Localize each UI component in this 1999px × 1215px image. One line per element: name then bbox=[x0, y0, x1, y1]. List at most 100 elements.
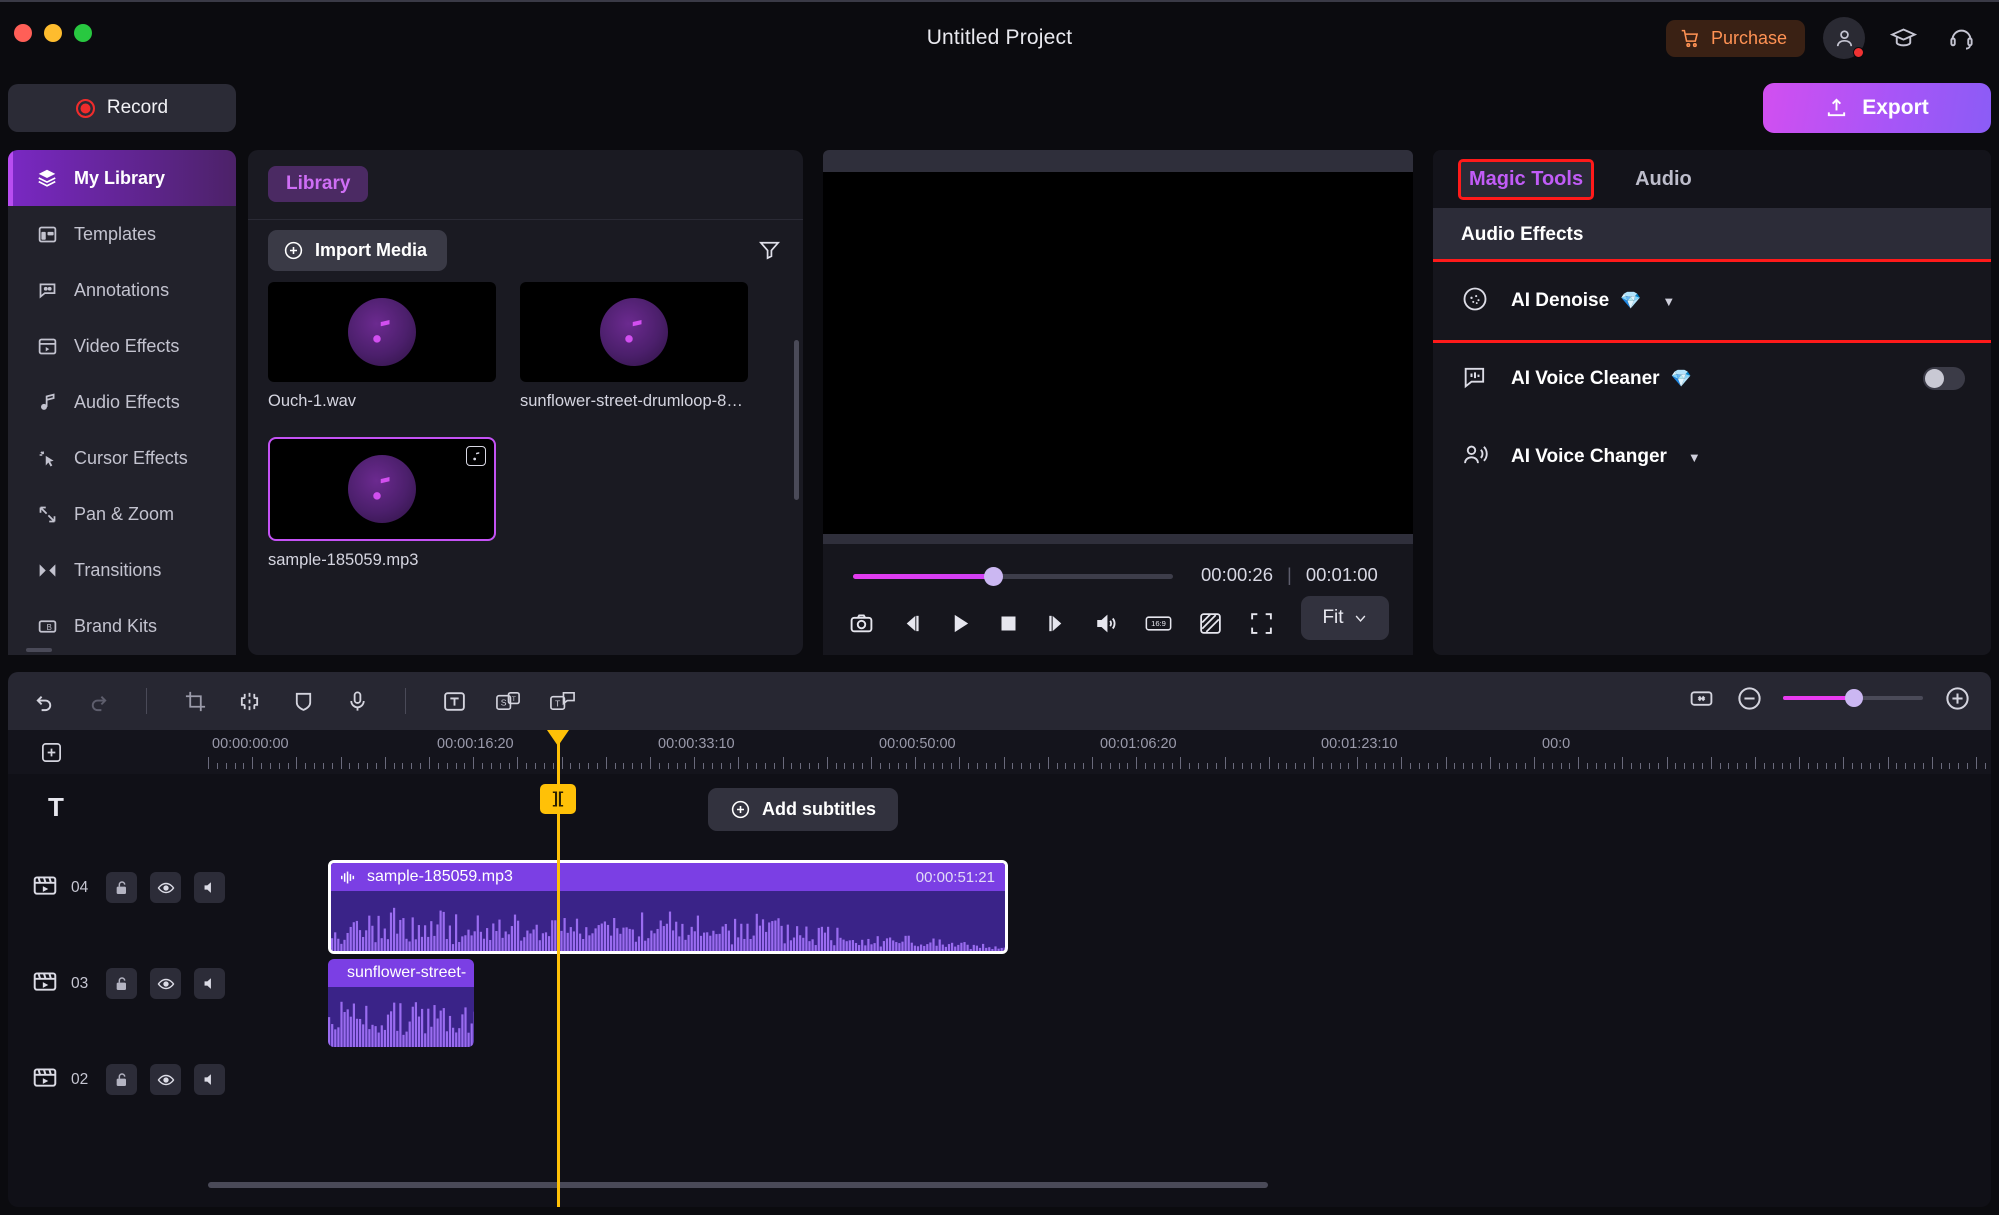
unlock-icon[interactable] bbox=[106, 872, 137, 903]
add-subtitles-button[interactable]: Add subtitles bbox=[708, 788, 899, 831]
sidebar-label-templates: Templates bbox=[74, 223, 157, 244]
filter-funnel-icon[interactable] bbox=[758, 238, 781, 266]
play-icon[interactable] bbox=[949, 606, 972, 640]
caption-icon[interactable]: T bbox=[548, 687, 576, 715]
add-track-icon[interactable] bbox=[40, 741, 63, 769]
zoom-slider-handle[interactable] bbox=[1845, 689, 1863, 707]
library-toolbar: Import Media bbox=[248, 220, 803, 282]
current-time: 00:00:26 bbox=[1201, 564, 1274, 585]
text-icon[interactable] bbox=[440, 687, 468, 715]
sidebar-label-transitions: Transitions bbox=[74, 559, 162, 580]
redo-icon[interactable] bbox=[84, 687, 112, 715]
sidebar-item-video-effects[interactable]: Video Effects bbox=[8, 318, 236, 374]
row-ai-denoise[interactable]: AI Denoise 💎 ▼ bbox=[1433, 259, 1991, 343]
preview-stage[interactable] bbox=[823, 172, 1413, 534]
sidebar-item-templates[interactable]: Templates bbox=[8, 206, 236, 262]
audio-disc-icon bbox=[348, 455, 416, 523]
sidebar-item-transitions[interactable]: Transitions bbox=[8, 542, 236, 598]
sidebar-item-my-library[interactable]: My Library bbox=[8, 150, 236, 206]
export-label: Export bbox=[1862, 96, 1929, 119]
clip-duration: 00:00:51:21 bbox=[915, 868, 995, 886]
ai-voice-cleaner-toggle[interactable] bbox=[1923, 367, 1965, 390]
voice-changer-icon bbox=[1461, 441, 1489, 474]
fullscreen-icon[interactable] bbox=[1249, 606, 1274, 640]
sidebar-label-my-library: My Library bbox=[74, 167, 166, 188]
zoom-out-icon[interactable] bbox=[1735, 684, 1763, 712]
import-media-button[interactable]: Import Media bbox=[268, 230, 448, 271]
no-signal-icon[interactable] bbox=[1198, 606, 1223, 640]
media-item-ouch[interactable]: Ouch-1.wav bbox=[268, 282, 496, 411]
subtitle-icon[interactable]: ST bbox=[494, 687, 522, 715]
timeline-horizontal-scrollbar[interactable] bbox=[208, 1182, 1268, 1188]
row-ai-voice-cleaner[interactable]: AI Voice Cleaner 💎 bbox=[1433, 340, 1991, 418]
chevron-down-icon[interactable]: ▼ bbox=[1688, 450, 1701, 465]
shield-icon[interactable] bbox=[289, 687, 317, 715]
sidebar-item-brand-kits[interactable]: B Brand Kits bbox=[8, 598, 236, 654]
total-time: 00:01:00 bbox=[1305, 564, 1378, 585]
svg-text:B: B bbox=[46, 623, 51, 632]
zoom-in-icon[interactable] bbox=[1943, 684, 1971, 712]
export-button[interactable]: Export bbox=[1763, 83, 1991, 133]
premium-gem-icon: 💎 bbox=[1670, 369, 1692, 388]
stop-icon[interactable] bbox=[998, 606, 1019, 640]
add-subtitles-label: Add subtitles bbox=[762, 799, 877, 819]
account-icon bbox=[1836, 29, 1852, 46]
crop-icon[interactable] bbox=[181, 687, 209, 715]
purchase-button[interactable]: Purchase bbox=[1665, 19, 1805, 57]
notification-badge bbox=[1853, 47, 1864, 58]
aspect-16-9-icon[interactable]: 16:9 bbox=[1145, 606, 1172, 640]
fit-timeline-icon[interactable] bbox=[1687, 684, 1715, 712]
microphone-icon[interactable] bbox=[343, 687, 371, 715]
unlock-icon[interactable] bbox=[106, 968, 137, 999]
zoom-slider[interactable] bbox=[1783, 689, 1923, 707]
support-button[interactable] bbox=[1941, 18, 1981, 58]
eye-icon[interactable] bbox=[150, 872, 181, 903]
seek-bar[interactable] bbox=[853, 567, 1173, 586]
record-button[interactable]: Record bbox=[8, 84, 236, 132]
unlock-icon[interactable] bbox=[106, 1064, 137, 1095]
tab-magic-tools[interactable]: Magic Tools bbox=[1457, 158, 1595, 200]
sidebar-item-cursor-effects[interactable]: Cursor Effects bbox=[8, 430, 236, 486]
playhead-split-marker[interactable]: ][ bbox=[540, 784, 576, 814]
next-frame-icon[interactable] bbox=[1045, 606, 1068, 640]
eye-icon[interactable] bbox=[150, 1064, 181, 1095]
split-icon[interactable] bbox=[235, 687, 263, 715]
sidebar-scrollbar[interactable] bbox=[26, 648, 52, 652]
ruler-label-6: 00:0 bbox=[1542, 736, 1571, 752]
sidebar-item-annotations[interactable]: Annotations bbox=[8, 262, 236, 318]
sidebar-item-pan-zoom[interactable]: Pan & Zoom bbox=[8, 486, 236, 542]
mute-icon[interactable] bbox=[194, 968, 225, 999]
account-button[interactable] bbox=[1823, 17, 1865, 59]
undo-icon[interactable] bbox=[30, 687, 58, 715]
mute-icon[interactable] bbox=[194, 1064, 225, 1095]
eye-icon[interactable] bbox=[150, 968, 181, 999]
fit-dropdown[interactable]: Fit bbox=[1301, 596, 1389, 640]
row-ai-voice-changer[interactable]: AI Voice Changer ▼ bbox=[1433, 418, 1991, 496]
library-scrollbar[interactable] bbox=[794, 340, 799, 500]
text-track-icon[interactable]: T bbox=[48, 792, 64, 823]
ai-denoise-label: AI Denoise bbox=[1511, 290, 1610, 311]
toolbar-separator bbox=[146, 688, 147, 714]
graduation-cap-icon bbox=[1889, 27, 1917, 46]
export-upload-icon bbox=[1828, 98, 1846, 116]
chevron-down-icon[interactable]: ▼ bbox=[1662, 294, 1675, 309]
media-thumbnail bbox=[520, 282, 748, 382]
right-panel: Magic Tools Audio Audio Effects AI Denoi… bbox=[1433, 150, 1991, 655]
library-tab[interactable]: Library bbox=[268, 166, 369, 202]
timeline-clip-sample[interactable]: sample-185059.mp3 00:00:51:21 bbox=[328, 860, 1008, 954]
previous-frame-icon[interactable] bbox=[900, 606, 923, 640]
seek-handle[interactable] bbox=[984, 567, 1003, 586]
media-item-sample[interactable]: sample-185059.mp3 bbox=[268, 437, 496, 570]
transitions-icon bbox=[34, 560, 60, 581]
media-item-sunflower[interactable]: sunflower-street-drumloop-8… bbox=[520, 282, 748, 411]
tab-audio[interactable]: Audio bbox=[1627, 162, 1700, 197]
timeline-clip-sunflower[interactable]: sunflower-street- bbox=[328, 959, 474, 1047]
sidebar-item-audio-effects[interactable]: Audio Effects bbox=[8, 374, 236, 430]
media-name: sample-185059.mp3 bbox=[268, 551, 419, 569]
timeline-ruler[interactable]: 00:00:00:00 00:00:16:20 00:00:33:10 00:0… bbox=[8, 730, 1991, 774]
fit-label: Fit bbox=[1322, 607, 1344, 628]
snapshot-camera-icon[interactable] bbox=[849, 606, 874, 640]
mute-icon[interactable] bbox=[194, 872, 225, 903]
tutorials-button[interactable] bbox=[1883, 18, 1923, 58]
volume-icon[interactable] bbox=[1094, 606, 1119, 640]
